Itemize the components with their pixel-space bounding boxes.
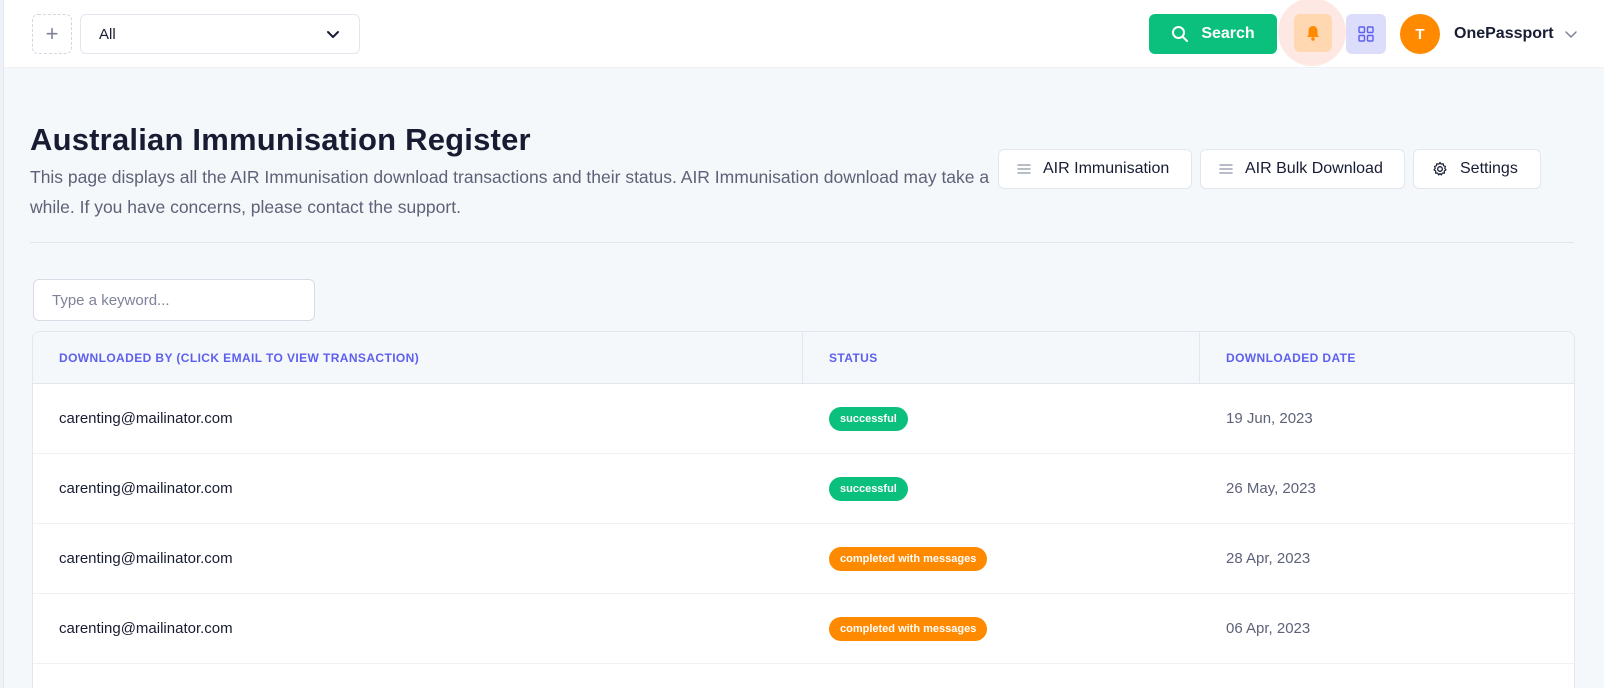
- column-header-downloaded-date[interactable]: DOWNLOADED DATE: [1200, 332, 1574, 383]
- search-button-label: Search: [1201, 25, 1255, 42]
- page-title: Australian Immunisation Register: [30, 122, 531, 157]
- air-immunisation-label: AIR Immunisation: [1043, 160, 1170, 177]
- filter-select[interactable]: All: [80, 14, 360, 54]
- status-badge: completed with messages: [829, 546, 988, 571]
- row-email-link[interactable]: carenting@mailinator.com: [59, 620, 233, 637]
- search-input[interactable]: [33, 279, 315, 321]
- search-icon: [1172, 26, 1189, 42]
- page-description: This page displays all the AIR Immunisat…: [30, 167, 990, 217]
- column-header-status[interactable]: STATUS: [803, 332, 1200, 383]
- add-button[interactable]: +: [32, 14, 72, 54]
- avatar-initial: T: [1415, 25, 1425, 43]
- row-date: 26 May, 2023: [1226, 480, 1316, 497]
- table-header: DOWNLOADED BY (CLICK EMAIL TO VIEW TRANS…: [33, 332, 1574, 384]
- gear-icon: [1433, 161, 1447, 176]
- status-badge: completed with messages: [829, 616, 988, 641]
- plus-icon: +: [45, 21, 59, 46]
- row-email-link[interactable]: carenting@mailinator.com: [59, 550, 233, 567]
- user-name: OnePassport: [1454, 25, 1554, 42]
- avatar[interactable]: T: [1400, 14, 1440, 54]
- transactions-table: DOWNLOADED BY (CLICK EMAIL TO VIEW TRANS…: [32, 331, 1575, 688]
- top-bar: + All Search T OnePassport: [4, 0, 1604, 68]
- air-bulk-download-label: AIR Bulk Download: [1245, 160, 1383, 177]
- table-row: carenting@mailinator.com successful 26 M…: [33, 454, 1574, 524]
- grid-icon: [1358, 26, 1374, 42]
- chevron-down-icon: [327, 31, 339, 38]
- chevron-down-icon: [1564, 31, 1577, 38]
- row-email-link[interactable]: carenting@mailinator.com: [59, 480, 233, 497]
- table-row: carenting@mailinator.com completed with …: [33, 524, 1574, 594]
- filter-select-value: All: [99, 25, 116, 43]
- row-date: 28 Apr, 2023: [1226, 550, 1311, 567]
- apps-button[interactable]: [1346, 14, 1386, 54]
- divider: [30, 242, 1574, 243]
- row-email-link[interactable]: carenting@mailinator.com: [59, 410, 233, 427]
- settings-label: Settings: [1460, 160, 1518, 177]
- row-date: 06 Apr, 2023: [1226, 620, 1311, 637]
- left-rail: [0, 0, 4, 688]
- list-icon: [1017, 164, 1031, 174]
- list-icon: [1219, 164, 1233, 174]
- user-menu[interactable]: OnePassport: [1454, 14, 1578, 54]
- settings-button[interactable]: Settings: [1413, 149, 1541, 189]
- table-row: carenting@mailinator.com successful 19 J…: [33, 384, 1574, 454]
- search-button[interactable]: Search: [1149, 14, 1277, 54]
- column-header-downloaded-by[interactable]: DOWNLOADED BY (CLICK EMAIL TO VIEW TRANS…: [33, 332, 803, 383]
- notifications-button[interactable]: [1294, 14, 1332, 52]
- bell-icon: [1307, 26, 1319, 41]
- table-row: carenting@mailinator.com completed with …: [33, 594, 1574, 664]
- status-badge: successful: [829, 476, 908, 501]
- status-badge: successful: [829, 406, 908, 431]
- row-date: 19 Jun, 2023: [1226, 410, 1313, 427]
- air-immunisation-button[interactable]: AIR Immunisation: [998, 149, 1192, 189]
- air-bulk-download-button[interactable]: AIR Bulk Download: [1200, 149, 1405, 189]
